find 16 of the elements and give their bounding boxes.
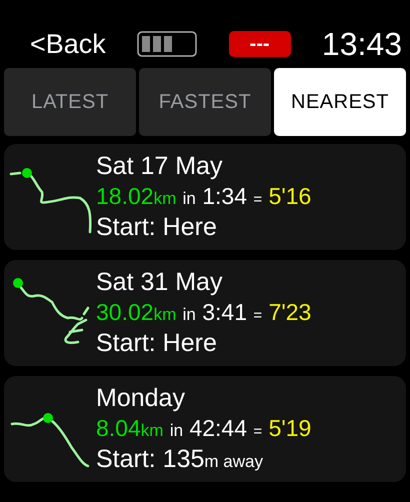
run-stats: 18.02km in 1:34 = 5'16 bbox=[96, 182, 312, 212]
tab[interactable]: LATEST bbox=[4, 68, 136, 136]
battery-icon bbox=[137, 31, 198, 57]
tab[interactable]: FASTEST bbox=[139, 68, 271, 136]
run-date: Sat 31 May bbox=[96, 266, 224, 298]
status-badge: --- bbox=[228, 31, 291, 57]
start-location: Start: 135m away bbox=[96, 444, 264, 475]
run-date: Sat 17 May bbox=[96, 150, 224, 182]
run-date: Monday bbox=[96, 382, 186, 414]
run-stats: 30.02km in 3:41 = 7'23 bbox=[96, 298, 312, 328]
back-link[interactable]: <Back bbox=[30, 30, 106, 58]
clock-time: 13:43 bbox=[322, 28, 402, 60]
start-location: Start: Here bbox=[96, 328, 218, 359]
run-stats: 8.04km in 42:44 = 5'19 bbox=[96, 414, 312, 444]
start-location: Start: Here bbox=[96, 212, 218, 243]
tab[interactable]: NEAREST bbox=[274, 68, 406, 136]
